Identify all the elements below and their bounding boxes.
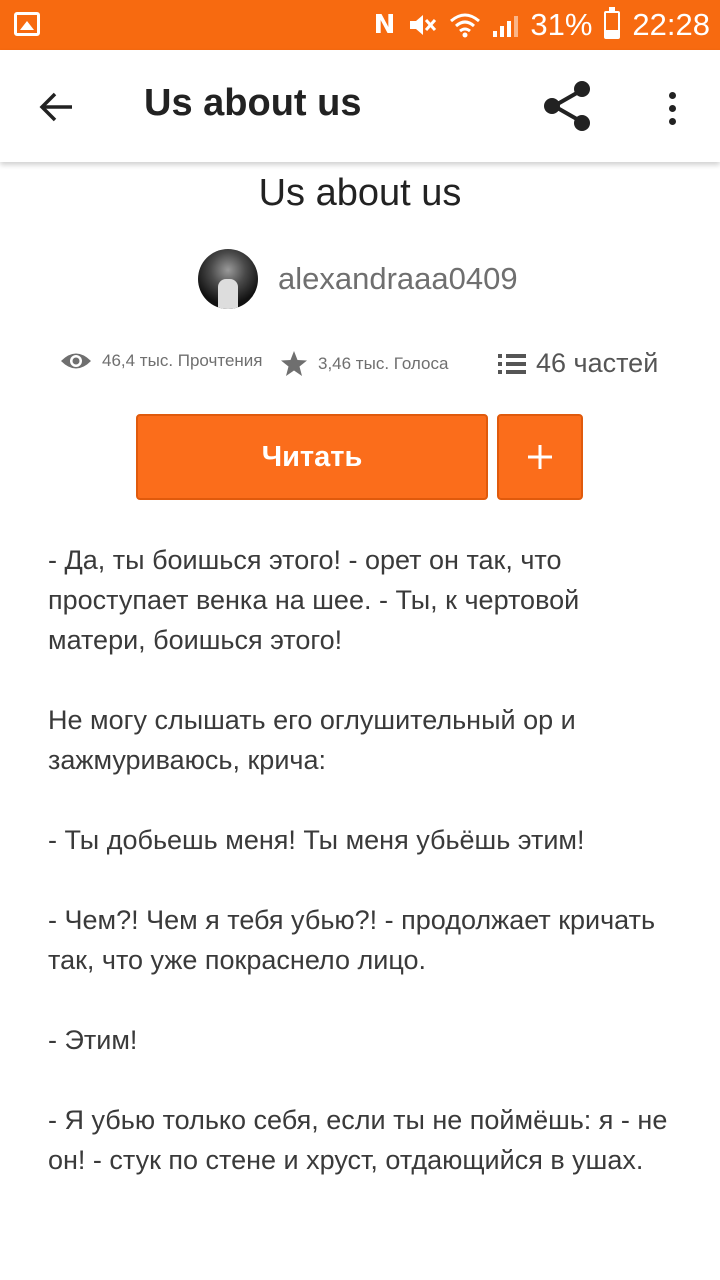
story-title: Us about us <box>258 172 462 214</box>
story-stats: 46,4 тыс. Прочтения 3,46 тыс. Голоса 46 … <box>60 342 680 386</box>
list-icon <box>498 353 526 374</box>
excerpt-paragraph: - Чем?! Чем я тебя убью?! - продолжает к… <box>48 905 656 975</box>
parts-count[interactable]: 46 частей <box>536 348 658 379</box>
back-arrow-icon <box>39 92 72 122</box>
plus-icon <box>528 445 552 469</box>
excerpt-paragraph: Не могу слышать его оглушительный ор и з… <box>48 705 576 775</box>
signal-icon <box>493 13 519 37</box>
mute-icon <box>410 15 437 35</box>
battery-percent: 31% <box>530 7 593 42</box>
story-excerpt: - Да, ты боишься этого! - орет он так, ч… <box>48 540 678 1220</box>
share-button[interactable] <box>538 78 598 134</box>
back-button[interactable] <box>26 80 86 134</box>
stat-parts[interactable]: 46 частей <box>498 348 658 379</box>
nfc-icon: N <box>373 10 396 40</box>
excerpt-paragraph: - Да, ты боишься этого! - орет он так, ч… <box>48 545 580 655</box>
status-icons: N 31% 22:28 <box>374 0 710 50</box>
read-button[interactable]: Читать <box>136 414 488 500</box>
excerpt-paragraph: - Ты добьешь меня! Ты меня убьёшь этим! <box>48 825 585 855</box>
star-icon <box>281 351 307 376</box>
wifi-icon <box>450 13 481 38</box>
votes-count: 3,46 тыс. Голоса <box>318 354 449 373</box>
excerpt-paragraph: - Я убью только себя, если ты не поймёшь… <box>48 1105 668 1175</box>
more-vert-icon <box>668 91 676 99</box>
avatar[interactable] <box>198 249 258 309</box>
battery-icon <box>604 7 621 39</box>
author-row[interactable]: alexandraaa0409 <box>198 248 518 310</box>
reads-count: 46,4 тыс. Прочтения <box>102 351 263 370</box>
gallery-icon <box>14 12 40 36</box>
status-bar: N 31% 22:28 <box>0 0 720 50</box>
more-options-button[interactable] <box>652 80 692 136</box>
clock: 22:28 <box>632 7 710 42</box>
app-bar: Us about us <box>0 50 720 162</box>
eye-icon <box>61 353 91 369</box>
stat-reads: 46,4 тыс. Прочтения <box>60 350 263 372</box>
author-name[interactable]: alexandraaa0409 <box>278 261 518 297</box>
share-icon <box>544 81 590 131</box>
excerpt-paragraph: - Этим! <box>48 1025 138 1055</box>
add-to-library-button[interactable] <box>497 414 583 500</box>
app-bar-title: Us about us <box>144 82 362 124</box>
stat-votes: 3,46 тыс. Голоса <box>280 350 448 378</box>
